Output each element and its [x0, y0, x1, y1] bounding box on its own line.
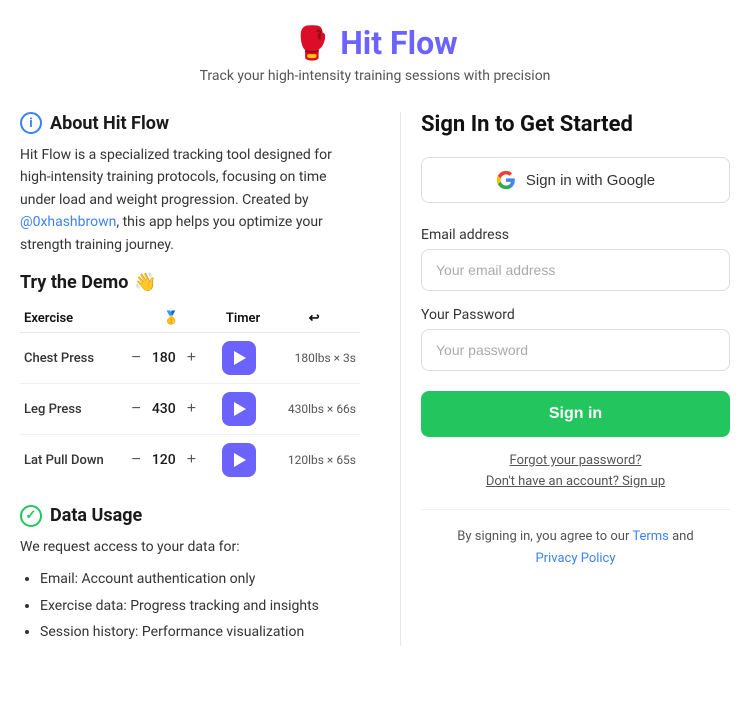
list-item: Exercise data: Progress tracking and ins… [40, 593, 360, 620]
app-logo-icon: 🥊 [292, 24, 332, 62]
exercise-name: Chest Press [24, 351, 94, 366]
play-icon [234, 453, 246, 467]
terms-section: By signing in, you agree to our Terms an… [421, 509, 730, 570]
exercise-stats: 180lbs × 3s [272, 351, 356, 365]
demo-title: Try the Demo [20, 272, 128, 293]
col-exercise: Exercise [20, 305, 125, 333]
terms-link[interactable]: Terms [632, 529, 669, 544]
exercise-stats: 120lbs × 65s [272, 453, 356, 467]
about-heading: i About Hit Flow [20, 112, 360, 134]
table-row: Leg Press − 430 + 430lbs × 66s [20, 383, 360, 434]
counter-cell: − 120 + [129, 452, 213, 468]
data-desc: We request access to your data for: [20, 537, 360, 558]
play-button[interactable] [222, 392, 256, 426]
app-subtitle: Track your high-intensity training sessi… [20, 68, 730, 84]
email-label: Email address [421, 227, 730, 243]
links-section: Forgot your password? Don't have an acco… [421, 453, 730, 489]
decrement-button[interactable]: − [129, 452, 142, 468]
panel-divider [400, 112, 401, 646]
counter-cell: − 180 + [129, 350, 213, 366]
table-row: Chest Press − 180 + 180lbs × 3s [20, 332, 360, 383]
google-btn-label: Sign in with Google [526, 172, 655, 189]
forgot-password-link[interactable]: Forgot your password? [421, 453, 730, 468]
counter-value: 120 [149, 452, 179, 468]
col-repeat: ↩ [268, 305, 360, 333]
right-panel: Sign In to Get Started Sign in with Goog… [411, 112, 730, 570]
exercise-table: Exercise 🥇 Timer ↩ Chest Press − 180 + [20, 305, 360, 485]
list-item: Email: Account authentication only [40, 566, 360, 593]
data-usage-section: ✓ Data Usage We request access to your d… [20, 505, 360, 646]
play-icon [234, 402, 246, 416]
about-title: About Hit Flow [50, 113, 169, 134]
exercise-stats: 430lbs × 66s [272, 402, 356, 416]
password-field-group: Your Password [421, 307, 730, 371]
password-label: Your Password [421, 307, 730, 323]
exercise-name: Leg Press [24, 402, 82, 417]
google-logo-icon [496, 170, 516, 190]
decrement-button[interactable]: − [129, 401, 142, 417]
list-item: Session history: Performance visualizati… [40, 619, 360, 646]
check-icon: ✓ [20, 505, 42, 527]
signin-button[interactable]: Sign in [421, 391, 730, 437]
decrement-button[interactable]: − [129, 350, 142, 366]
password-input[interactable] [421, 329, 730, 371]
play-icon [234, 351, 246, 365]
app-name: Hit Flow [340, 24, 457, 62]
table-row: Lat Pull Down − 120 + 120lbs × 65s [20, 434, 360, 485]
increment-button[interactable]: + [185, 452, 198, 468]
privacy-policy-link[interactable]: Privacy Policy [535, 551, 615, 566]
col-trophy: 🥇 [125, 305, 217, 333]
author-link[interactable]: @0xhashbrown [20, 214, 116, 230]
signup-link[interactable]: Don't have an account? Sign up [421, 474, 730, 489]
increment-button[interactable]: + [185, 401, 198, 417]
google-signin-button[interactable]: Sign in with Google [421, 157, 730, 203]
increment-button[interactable]: + [185, 350, 198, 366]
signin-title: Sign In to Get Started [421, 112, 730, 137]
exercise-name: Lat Pull Down [24, 453, 104, 468]
terms-mid: and [669, 529, 694, 544]
play-button[interactable] [222, 443, 256, 477]
data-list: Email: Account authentication onlyExerci… [20, 566, 360, 646]
info-icon: i [20, 112, 42, 134]
about-text: Hit Flow is a specialized tracking tool … [20, 144, 360, 256]
demo-heading: Try the Demo 👋 [20, 272, 360, 293]
counter-cell: − 430 + [129, 401, 213, 417]
col-timer: Timer [218, 305, 269, 333]
counter-value: 430 [149, 401, 179, 417]
demo-emoji: 👋 [134, 272, 156, 293]
counter-value: 180 [149, 350, 179, 366]
terms-prefix: By signing in, you agree to our [457, 529, 632, 544]
left-panel: i About Hit Flow Hit Flow is a specializ… [20, 112, 390, 646]
page-header: 🥊 Hit Flow Track your high-intensity tra… [0, 0, 750, 96]
email-input[interactable] [421, 249, 730, 291]
data-heading: ✓ Data Usage [20, 505, 360, 527]
play-button[interactable] [222, 341, 256, 375]
email-field-group: Email address [421, 227, 730, 291]
data-title: Data Usage [50, 505, 142, 526]
